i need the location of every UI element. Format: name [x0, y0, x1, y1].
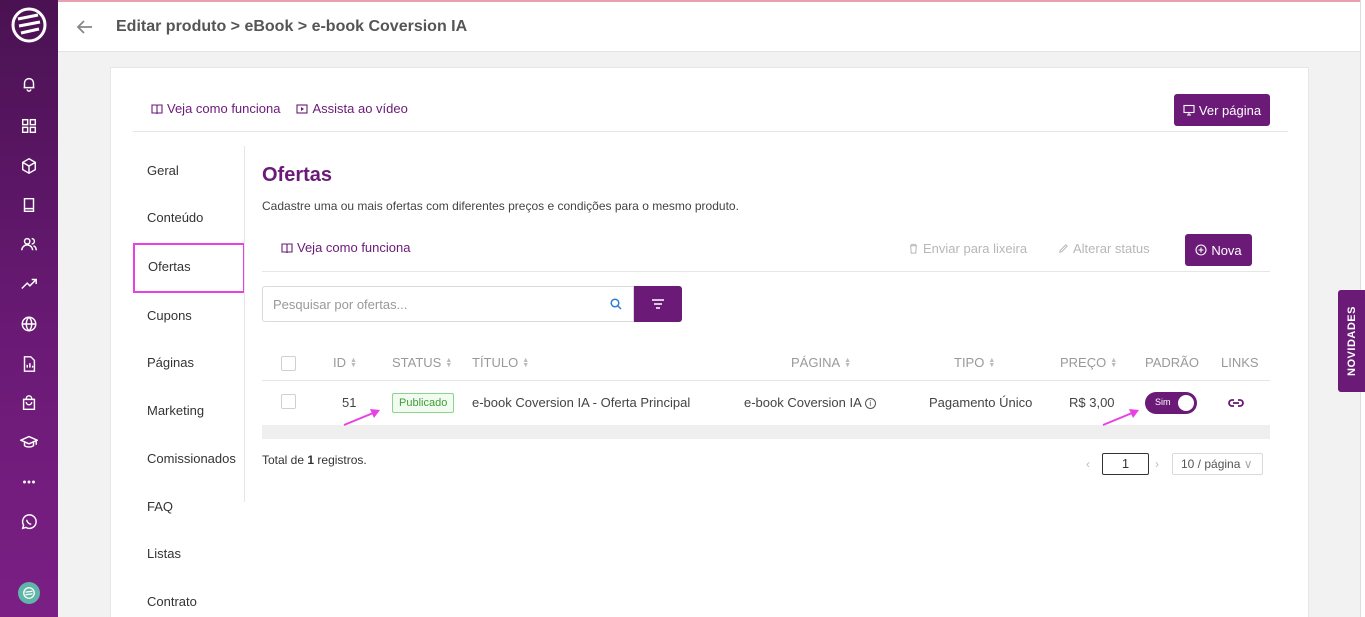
col-header-tipo[interactable]: TIPO ▲ ▼	[954, 355, 995, 370]
video-icon	[296, 103, 309, 114]
top-bar: Editar produto > eBook > e-book Coversio…	[58, 0, 1365, 52]
status-badge: Publicado	[392, 393, 455, 413]
col-header-preco[interactable]: PREÇO ▲ ▼	[1060, 355, 1117, 370]
veja-como-funciona-link[interactable]: Veja como funciona	[151, 101, 280, 116]
trending-up-icon[interactable]	[19, 274, 39, 294]
monitor-icon	[1183, 104, 1195, 116]
users-icon[interactable]	[19, 234, 39, 254]
divider	[133, 131, 1288, 132]
sort-icon: ▲ ▼	[988, 356, 996, 369]
main-nav	[0, 0, 58, 617]
col-header-pagina[interactable]: PÁGINA ▲ ▼	[791, 355, 851, 370]
cell-titulo[interactable]: e-book Coversion IA - Oferta Principal	[472, 395, 690, 410]
product-editor-card: Veja como funciona Assista ao vídeo Ver …	[110, 67, 1309, 617]
annotation-arrow	[1102, 409, 1139, 426]
submenu-divider	[244, 146, 245, 502]
page-size-select[interactable]: 10 / página ∨	[1172, 453, 1263, 475]
graduation-cap-icon[interactable]	[19, 432, 39, 452]
toggle-knob	[1178, 395, 1194, 411]
submenu-listas[interactable]: Listas	[147, 546, 181, 561]
submenu-comissionados[interactable]: Comissionados	[147, 451, 236, 466]
sort-icon: ▲ ▼	[350, 356, 357, 369]
shopping-bag-icon[interactable]	[19, 393, 39, 413]
veja-como-funciona-ofertas-link[interactable]: Veja como funciona	[281, 240, 410, 255]
submenu-cupons[interactable]: Cupons	[147, 308, 192, 323]
link-icon[interactable]	[1227, 395, 1245, 411]
filter-button[interactable]	[634, 286, 682, 322]
sort-icon: ▲ ▼	[445, 356, 453, 369]
col-header-padrao: PADRÃO	[1145, 355, 1199, 370]
submenu-ofertas[interactable]: Ofertas	[148, 259, 191, 274]
annotation-arrow	[343, 409, 380, 426]
section-title: Ofertas	[262, 164, 333, 186]
breadcrumb: Editar produto > eBook > e-book Coversio…	[116, 18, 468, 35]
select-all-checkbox[interactable]	[281, 356, 296, 371]
total-records: Total de 1 registros.	[262, 453, 367, 467]
search-input[interactable]: Pesquisar por ofertas...	[262, 286, 634, 322]
divider	[262, 271, 1270, 272]
dashboard-grid-icon[interactable]	[19, 116, 39, 136]
col-header-id[interactable]: ID ▲ ▼	[333, 355, 357, 370]
search-placeholder: Pesquisar por ofertas...	[273, 296, 408, 312]
submenu-contrato[interactable]: Contrato	[147, 594, 197, 609]
box-icon[interactable]	[19, 156, 39, 176]
col-header-status[interactable]: STATUS ▲ ▼	[392, 355, 452, 370]
submenu-geral[interactable]: Geral	[147, 163, 179, 178]
filter-icon	[652, 299, 664, 309]
pagination-page-input[interactable]: 1	[1102, 453, 1149, 475]
submenu-marketing[interactable]: Marketing	[147, 403, 204, 418]
divider	[262, 380, 1270, 381]
cell-pagina: e-book Coversion IA i	[744, 395, 876, 410]
book-icon[interactable]	[19, 195, 39, 215]
app-logo[interactable]	[10, 6, 48, 44]
col-header-links: LINKS	[1221, 355, 1259, 370]
more-icon[interactable]	[19, 472, 39, 492]
user-avatar[interactable]	[18, 582, 40, 604]
nova-oferta-button[interactable]: Nova	[1185, 234, 1252, 266]
report-icon[interactable]	[19, 354, 39, 374]
enviar-lixeira-button[interactable]: Enviar para lixeira	[908, 241, 1027, 256]
sort-icon: ▲ ▼	[844, 356, 852, 369]
info-icon[interactable]: i	[864, 398, 876, 410]
book-open-icon	[281, 242, 293, 253]
sort-icon: ▲ ▼	[1110, 356, 1118, 369]
alterar-status-button[interactable]: Alterar status	[1058, 241, 1150, 256]
submenu-faq[interactable]: FAQ	[147, 499, 173, 514]
book-open-icon	[151, 103, 163, 114]
pencil-icon	[1059, 244, 1068, 253]
chevron-down-icon: ∨	[1243, 457, 1253, 471]
bell-icon[interactable]	[19, 74, 39, 94]
novidades-tab[interactable]: NOVIDADES	[1338, 290, 1365, 392]
help-links: Veja como funciona Assista ao vídeo	[151, 101, 408, 116]
row-checkbox[interactable]	[281, 394, 296, 409]
toggle-label: Sim	[1155, 397, 1171, 407]
pagination-prev-icon[interactable]: ‹	[1086, 457, 1090, 471]
ver-pagina-button[interactable]: Ver página	[1174, 94, 1270, 126]
submenu-paginas[interactable]: Páginas	[147, 355, 194, 370]
search-icon[interactable]	[609, 297, 623, 311]
back-arrow-icon[interactable]	[74, 16, 96, 38]
assista-video-link[interactable]: Assista ao vídeo	[296, 101, 408, 116]
pagination-next-icon[interactable]: ›	[1155, 457, 1159, 471]
globe-icon[interactable]	[19, 314, 39, 334]
plus-circle-icon	[1195, 244, 1207, 256]
submenu-conteudo[interactable]: Conteúdo	[147, 210, 203, 225]
whatsapp-icon[interactable]	[19, 512, 39, 532]
padrao-toggle[interactable]: Sim	[1145, 392, 1197, 414]
trash-icon	[909, 243, 918, 254]
cell-tipo: Pagamento Único	[929, 395, 1033, 410]
section-subtitle: Cadastre uma ou mais ofertas com diferen…	[262, 199, 739, 213]
col-header-titulo[interactable]: TÍTULO ▲ ▼	[472, 355, 529, 370]
sort-icon: ▲ ▼	[522, 356, 530, 369]
